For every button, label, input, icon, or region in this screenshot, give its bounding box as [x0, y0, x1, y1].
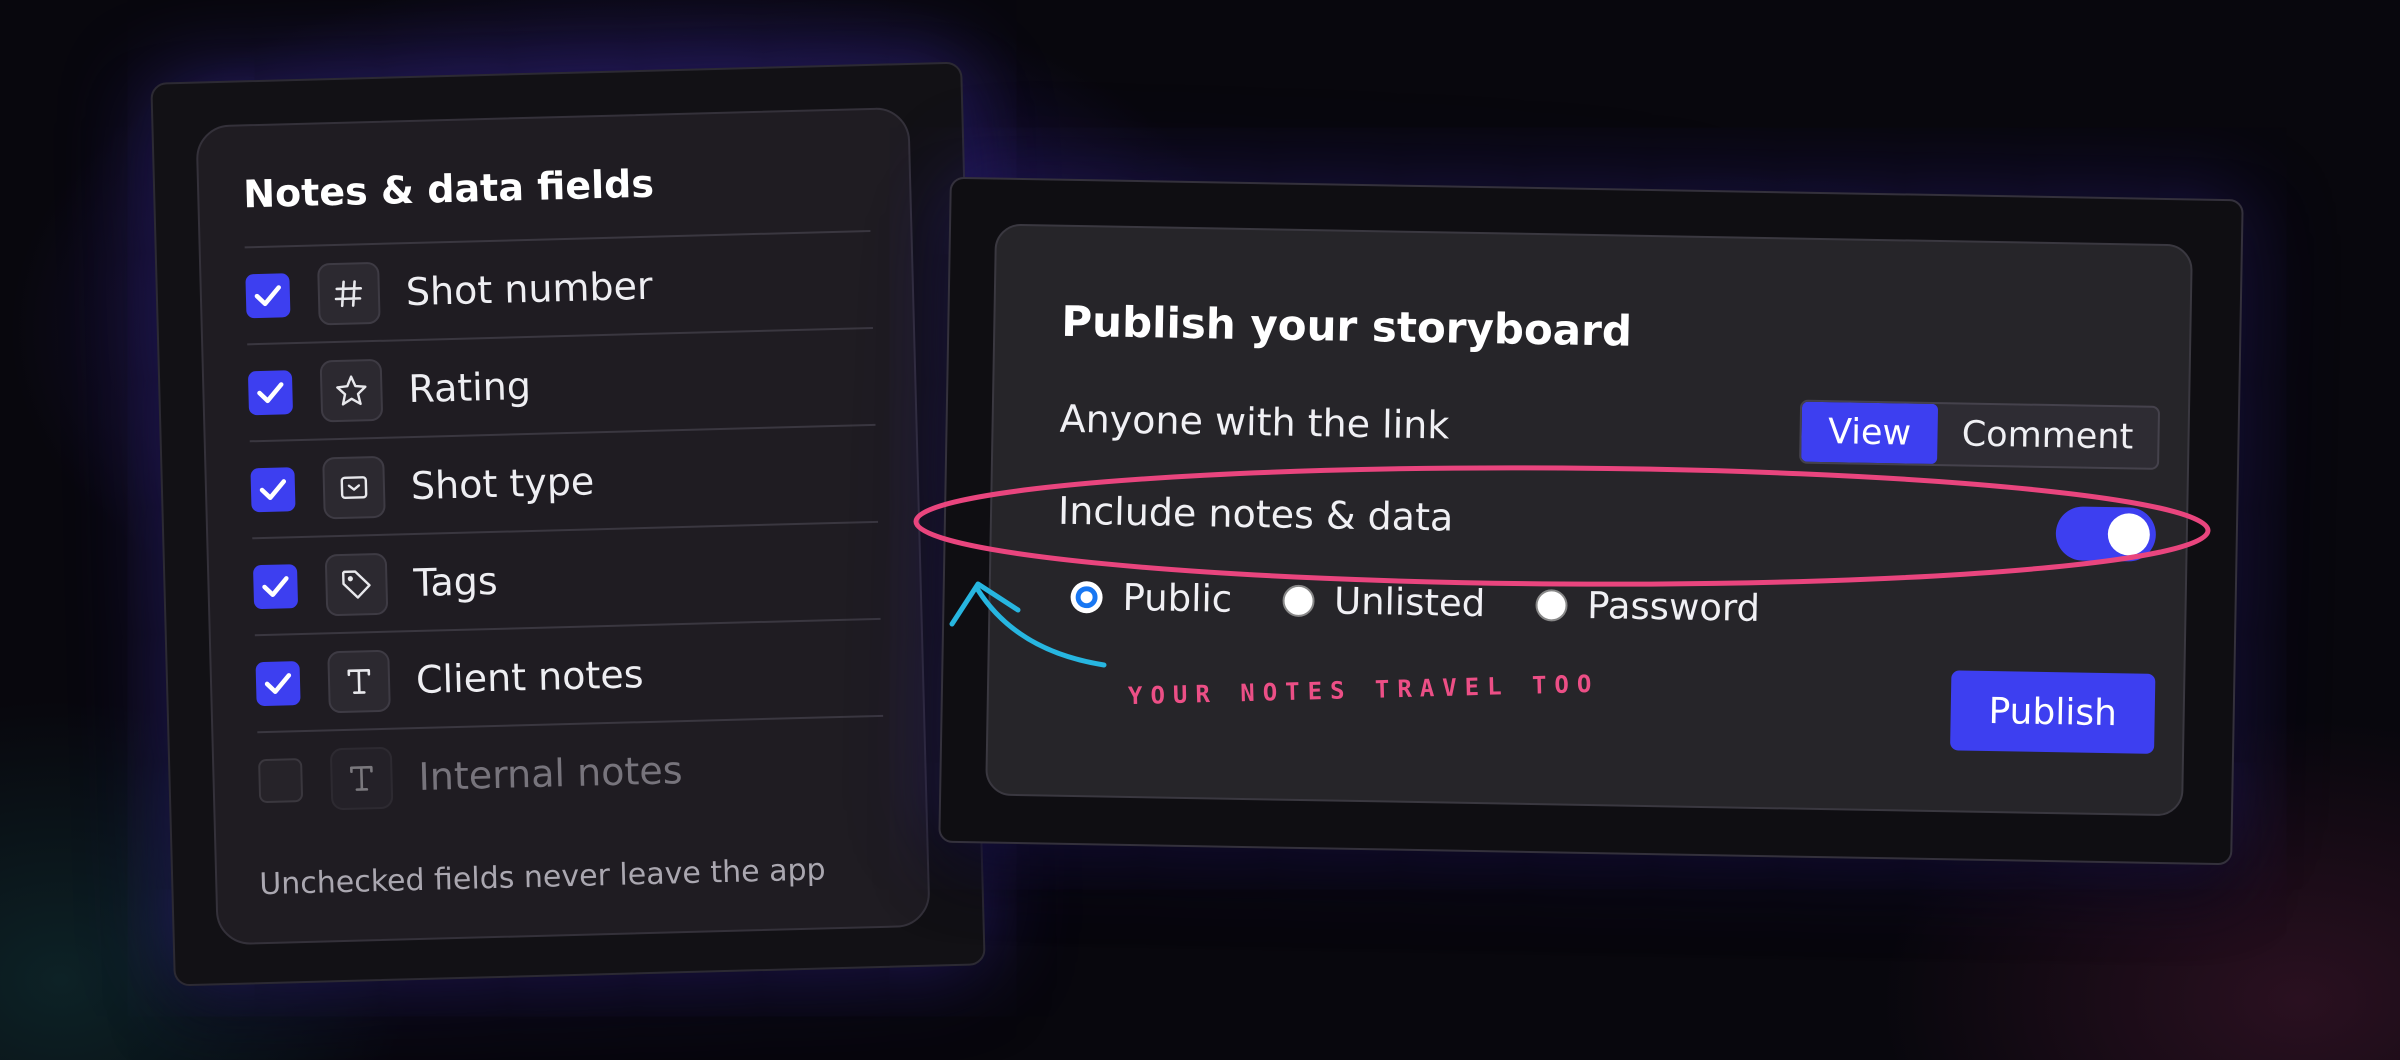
pointer-arrow-icon	[949, 581, 1107, 668]
highlight-ellipse	[913, 465, 2211, 587]
annotation-overlay	[913, 465, 2211, 668]
